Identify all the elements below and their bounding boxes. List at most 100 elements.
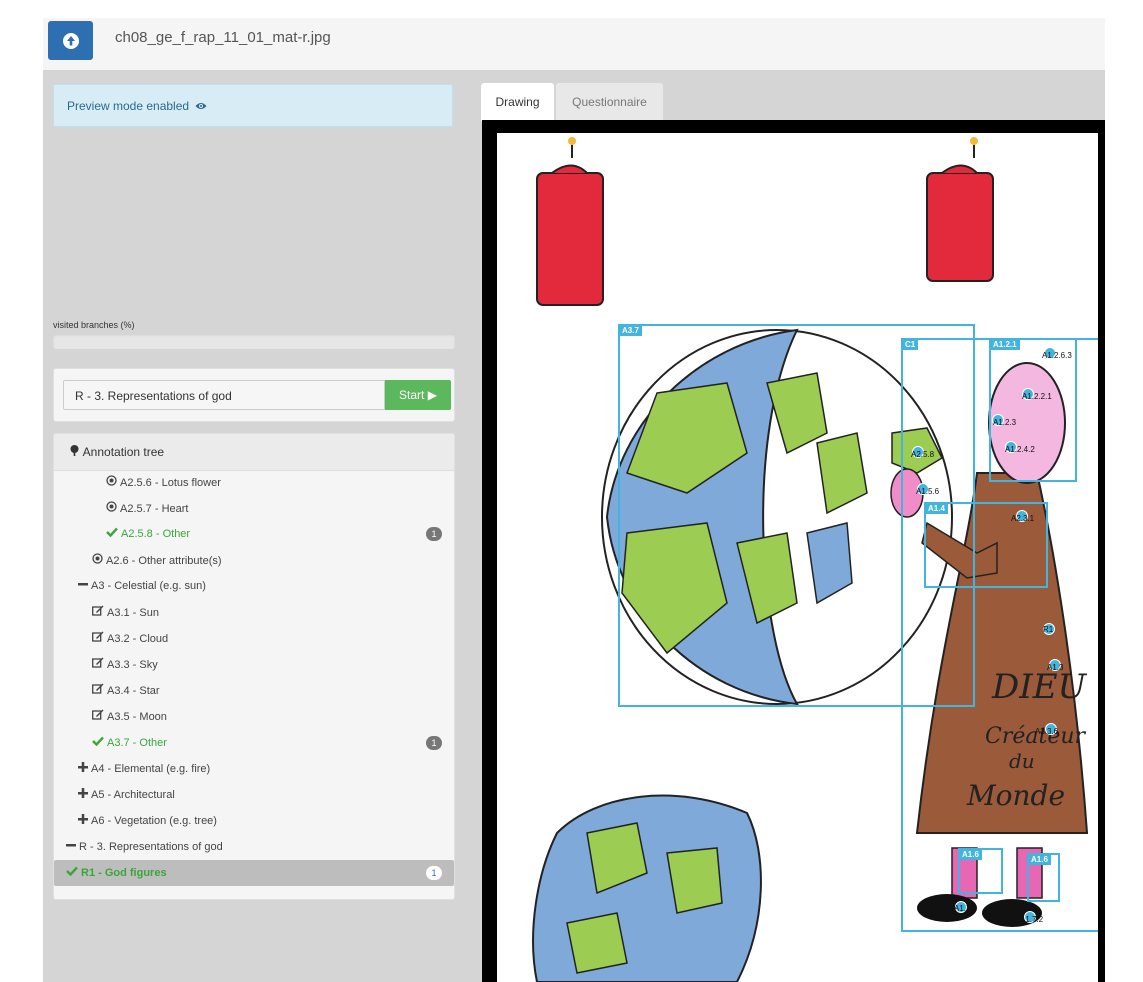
- tree-item-content: A2.5.6 - Lotus flower: [106, 475, 221, 489]
- tree-item-label: A3.2 - Cloud: [107, 633, 169, 645]
- annotation-point-label: A2.3.1: [1011, 514, 1035, 523]
- annotation-point-label: A2.3.6: [1035, 727, 1059, 736]
- annotation-tree-header: Annotation tree: [54, 434, 454, 471]
- tree-item-label: R1 - God figures: [81, 867, 167, 879]
- tree-item-content: A3.2 - Cloud: [92, 631, 168, 645]
- radio-icon: [106, 475, 117, 489]
- tree-item-content: A2.5.8 - Other: [106, 527, 190, 540]
- tab-drawing[interactable]: Drawing: [481, 83, 554, 121]
- radio-icon: [92, 553, 103, 567]
- annotation-box-label: A1.2.1: [990, 339, 1020, 350]
- tree-item-label: A2.5.6 - Lotus flower: [120, 477, 221, 489]
- edit-icon: [92, 683, 104, 697]
- tree-item[interactable]: A3.2 - Cloud: [54, 625, 454, 651]
- file-name: ch08_ge_f_rap_11_01_mat-r.jpg: [115, 29, 331, 46]
- edit-icon: [92, 657, 104, 671]
- annotation-point-label: A1.2.2.1: [1022, 392, 1052, 401]
- tree-item[interactable]: A6 - Vegetation (e.g. tree): [54, 808, 454, 834]
- tree-item[interactable]: A3.4 - Star: [54, 677, 454, 703]
- edit-icon: [92, 709, 104, 723]
- tree-item[interactable]: R1 - God figures 1: [54, 860, 454, 886]
- annotation-box[interactable]: A1.6: [1027, 853, 1060, 902]
- tree-item-content: A2.6 - Other attribute(s): [92, 553, 222, 567]
- minus-icon: [78, 579, 88, 592]
- start-panel: R - 3. Representations of god Start ▶: [53, 368, 455, 422]
- upload-button[interactable]: [48, 21, 93, 60]
- drawing-canvas[interactable]: DIEU Créateur du Monde A3.7 C1 A1.2.1 A1…: [497, 133, 1098, 982]
- tree-item-content: A3.4 - Star: [92, 683, 160, 697]
- tree-item[interactable]: A3 - Celestial (e.g. sun): [54, 573, 454, 599]
- tree-item[interactable]: R - 3. Representations of god: [54, 834, 454, 860]
- tree-item-label: A3 - Celestial (e.g. sun): [91, 580, 206, 592]
- tree-item-label: A4 - Elemental (e.g. fire): [91, 763, 211, 775]
- tree-item[interactable]: A2.5.7 - Heart: [54, 495, 454, 521]
- check-icon: [92, 736, 104, 749]
- arrow-up-circle-icon: [62, 32, 80, 50]
- annotation-point-label: A2.5.8: [911, 450, 935, 459]
- annotation-box-label: A3.7: [619, 325, 642, 336]
- tree-item-label: A2.5.8 - Other: [121, 528, 191, 540]
- count-badge: 1: [426, 736, 442, 750]
- annotation-point-label: A1.2.3: [993, 418, 1017, 427]
- edit-icon: [92, 605, 104, 619]
- tree-item-label: A6 - Vegetation (e.g. tree): [91, 815, 217, 827]
- radio-icon: [106, 501, 117, 515]
- annotation-point-label: A1.2.4.2: [1005, 445, 1035, 454]
- count-badge: 1: [426, 866, 442, 880]
- plus-icon: [78, 762, 88, 775]
- plus-icon: [78, 814, 88, 827]
- tree-item-content: A3.1 - Sun: [92, 605, 159, 619]
- preview-mode-alert: Preview mode enabled: [53, 84, 453, 127]
- tree-item-content: A3.3 - Sky: [92, 657, 158, 671]
- tree-item-label: A3.4 - Star: [107, 685, 160, 697]
- tree-item-label: A3.3 - Sky: [107, 659, 158, 671]
- tree-item[interactable]: A3.3 - Sky: [54, 651, 454, 677]
- visited-branches-label: visited branches (%): [53, 320, 135, 330]
- annotation-point-label: A1.7.2: [1020, 915, 1044, 924]
- tree-item[interactable]: A5 - Architectural: [54, 782, 454, 808]
- check-icon: [66, 866, 78, 879]
- category-select[interactable]: R - 3. Representations of god: [63, 380, 385, 410]
- eye-icon: [195, 99, 207, 113]
- annotation-tree-title: Annotation tree: [82, 445, 165, 459]
- annotation-box[interactable]: A1.6: [958, 848, 1003, 894]
- tree-item[interactable]: A4 - Elemental (e.g. fire): [54, 756, 454, 782]
- count-badge: 1: [426, 527, 442, 541]
- tree-item[interactable]: A3.5 - Moon: [54, 703, 454, 729]
- workspace: Preview mode enabled visited branches (%…: [43, 70, 1105, 982]
- annotation-box-label: A1.4: [925, 503, 948, 514]
- tree-item-label: A3.7 - Other: [107, 737, 167, 749]
- tree-item-content: A4 - Elemental (e.g. fire): [78, 762, 210, 775]
- annotation-tree-panel: Annotation tree A2.5.6 - Lotus flower A2.…: [53, 433, 455, 900]
- tree-icon: [69, 445, 80, 459]
- tree-item[interactable]: A2.5.8 - Other 1: [54, 521, 454, 547]
- start-button[interactable]: Start ▶: [385, 380, 451, 410]
- annotation-point-label: A1.2.6.3: [1042, 351, 1072, 360]
- tree-item-label: R - 3. Representations of god: [79, 841, 223, 853]
- annotation-box-label: C1: [902, 339, 919, 350]
- tree-item-label: A2.6 - Other attribute(s): [106, 555, 222, 567]
- tree-item-content: A6 - Vegetation (e.g. tree): [78, 814, 217, 827]
- tree-item-content: R1 - God figures: [66, 866, 167, 879]
- tree-item-label: A3.1 - Sun: [107, 607, 159, 619]
- file-header: ch08_ge_f_rap_11_01_mat-r.jpg: [43, 18, 1105, 70]
- annotation-box-label: A1.6: [1028, 854, 1051, 865]
- annotation-point-label: A1.5.6: [916, 487, 940, 496]
- tree-item[interactable]: A2.5.6 - Lotus flower: [54, 469, 454, 495]
- tree-item-content: R - 3. Representations of god: [66, 840, 223, 853]
- tree-item-content: A2.5.7 - Heart: [106, 501, 188, 515]
- tree-item-content: A3 - Celestial (e.g. sun): [78, 579, 206, 592]
- tree-item[interactable]: A3.1 - Sun: [54, 599, 454, 625]
- tree-item[interactable]: A2.6 - Other attribute(s): [54, 547, 454, 573]
- tree-item[interactable]: A3.7 - Other 1: [54, 730, 454, 756]
- tree-item-label: A2.5.7 - Heart: [120, 503, 189, 515]
- annotation-box-label: A1.6: [959, 849, 982, 860]
- visited-branches-progress: [53, 334, 455, 349]
- edit-icon: [92, 631, 104, 645]
- tab-questionnaire[interactable]: Questionnaire: [556, 83, 663, 121]
- tree-item-content: A3.7 - Other: [92, 736, 167, 749]
- tree-item-label: A3.5 - Moon: [107, 711, 167, 723]
- tree-item-content: A5 - Architectural: [78, 788, 175, 801]
- annotation-point-label: A1.7: [954, 904, 971, 913]
- drawing-frame: DIEU Créateur du Monde A3.7 C1 A1.2.1 A1…: [482, 120, 1105, 982]
